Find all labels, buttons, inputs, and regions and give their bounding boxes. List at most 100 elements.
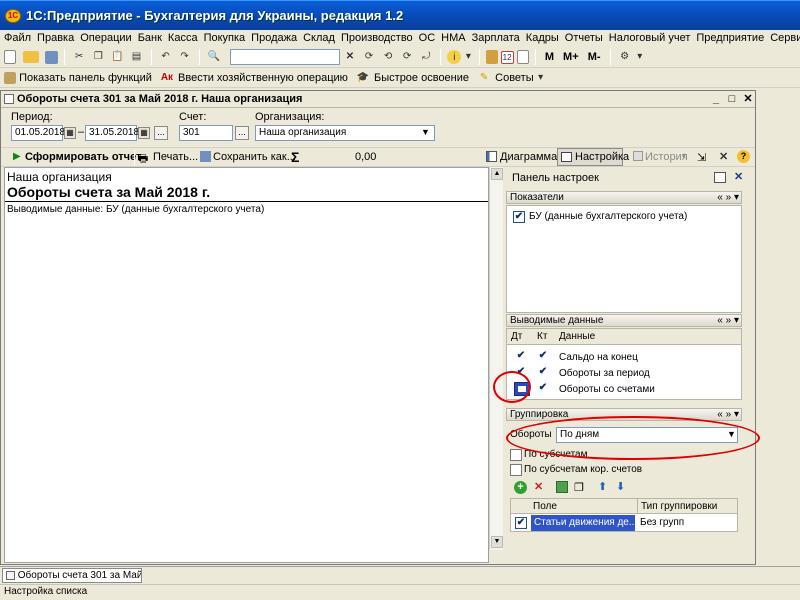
- report-spreadsheet[interactable]: Наша организация Обороты счета за Май 20…: [4, 167, 489, 563]
- memory-m-button[interactable]: M: [545, 51, 554, 63]
- account-field[interactable]: 301: [179, 125, 233, 141]
- undo-icon[interactable]: ↶: [158, 49, 174, 65]
- menu-item[interactable]: Кадры: [524, 30, 561, 46]
- memory-plus-button[interactable]: M+: [563, 51, 579, 63]
- delete-icon[interactable]: ▤: [128, 49, 144, 65]
- calendar-icon[interactable]: 12: [500, 50, 514, 64]
- menu-item[interactable]: Касса: [166, 30, 200, 46]
- print-button[interactable]: Печать...: [153, 151, 198, 163]
- window-tab-report[interactable]: Обороты счета 301 за Май ...: [2, 568, 142, 583]
- grouping-row-type[interactable]: Без групп: [640, 517, 684, 528]
- settings-button[interactable]: Настройка: [557, 148, 629, 166]
- grouping-row-field[interactable]: Статьи движения де...: [531, 515, 635, 531]
- tools-icon[interactable]: ⚙: [617, 49, 633, 65]
- report-scrollbar[interactable]: ▲ ▼: [489, 167, 503, 550]
- find-replace-icon[interactable]: ⤾: [418, 49, 434, 65]
- section-nav-icon[interactable]: « » ▾: [717, 315, 739, 326]
- account-select-button[interactable]: ...: [235, 126, 249, 140]
- settings-label: Настройка: [575, 151, 630, 163]
- memory-minus-button[interactable]: M-: [588, 51, 601, 63]
- panel-toggle-icon[interactable]: ⇲: [697, 151, 706, 164]
- search-icon[interactable]: 🔍: [206, 49, 222, 65]
- quick-learn-button[interactable]: Быстрое освоение: [374, 72, 469, 84]
- find-prev-icon[interactable]: ⟲: [380, 49, 396, 65]
- redo-icon[interactable]: ↷: [177, 49, 193, 65]
- info-icon[interactable]: i: [447, 50, 462, 64]
- date-to-field[interactable]: 31.05.2018: [85, 125, 139, 141]
- menu-item[interactable]: Склад: [301, 30, 337, 46]
- close-button[interactable]: ✕: [741, 93, 755, 105]
- dt-checkbox-balance[interactable]: ✔: [515, 351, 527, 363]
- menu-item[interactable]: Отчеты: [563, 30, 605, 46]
- by-corr-subaccounts-checkbox[interactable]: [510, 464, 522, 476]
- menu-item[interactable]: Продажа: [249, 30, 299, 46]
- enter-operation-button[interactable]: Ввести хозяйственную операцию: [178, 72, 348, 84]
- find-next-icon[interactable]: ⟳: [361, 49, 377, 65]
- panel-options-icon[interactable]: [714, 172, 726, 183]
- maximize-button[interactable]: □: [725, 93, 739, 105]
- indicators-header: Показатели « » ▾: [506, 191, 742, 204]
- help-icon[interactable]: ?: [737, 150, 750, 163]
- kt-checkbox-turnover[interactable]: ✔: [537, 367, 549, 379]
- menu-item[interactable]: ОС: [417, 30, 438, 46]
- menu-item[interactable]: Покупка: [202, 30, 248, 46]
- find-all-icon[interactable]: ⟳: [399, 49, 415, 65]
- save-icon[interactable]: [45, 50, 59, 64]
- diagram-button[interactable]: Диаграмма: [500, 151, 557, 163]
- command-bar: ▶ Сформировать отчет 🖶 Печать... Сохрани…: [1, 147, 755, 167]
- organization-dropdown-icon[interactable]: ▼: [421, 127, 430, 137]
- notepad-icon[interactable]: [516, 50, 529, 64]
- indicator-bu-checkbox[interactable]: ✔: [513, 211, 525, 223]
- panel-close-icon[interactable]: ✕: [734, 170, 743, 183]
- move-down-icon[interactable]: ⬇: [616, 480, 625, 493]
- sum-icon: Σ: [291, 149, 300, 165]
- save-as-button[interactable]: Сохранить как...: [213, 151, 296, 163]
- copy-row-icon[interactable]: ❐: [574, 481, 584, 494]
- paste-icon[interactable]: 📋: [109, 49, 125, 65]
- kt-checkbox-accounts[interactable]: ✔: [537, 383, 549, 395]
- search-input[interactable]: [230, 49, 340, 65]
- menu-item[interactable]: Зарплата: [470, 30, 522, 46]
- functions-toolbar: Показать панель функций Ак Ввести хозяйс…: [0, 68, 800, 88]
- menu-item[interactable]: НМА: [439, 30, 467, 46]
- show-function-panel-button[interactable]: Показать панель функций: [19, 72, 152, 84]
- add-icon[interactable]: +: [514, 481, 527, 494]
- menu-item[interactable]: Правка: [35, 30, 76, 46]
- menu-item[interactable]: Налоговый учет: [607, 30, 693, 46]
- section-nav-icon[interactable]: « » ▾: [717, 409, 739, 420]
- menu-item[interactable]: Сервис: [768, 30, 800, 46]
- section-nav-icon[interactable]: « » ▾: [717, 192, 739, 203]
- tips-button[interactable]: Советы: [495, 72, 533, 84]
- menu-item[interactable]: Файл: [2, 30, 33, 46]
- menu-item[interactable]: Банк: [136, 30, 164, 46]
- grouping-row-checkbox[interactable]: ✔: [515, 517, 527, 529]
- menu-item[interactable]: Операции: [78, 30, 133, 46]
- open-folder-icon[interactable]: [23, 51, 40, 63]
- move-up-icon[interactable]: ⬆: [598, 480, 607, 493]
- menu-item[interactable]: Производство: [339, 30, 415, 46]
- calendar-to-icon[interactable]: ▦: [138, 127, 150, 139]
- set-icon[interactable]: [556, 481, 568, 493]
- dropdown-arrow-icon[interactable]: ▾: [636, 49, 644, 65]
- organization-field[interactable]: Наша организация: [255, 125, 435, 141]
- dropdown-arrow-icon[interactable]: ▾: [537, 70, 545, 86]
- kt-checkbox-balance[interactable]: ✔: [537, 351, 549, 363]
- clear-search-icon[interactable]: ✕: [342, 49, 358, 65]
- new-document-icon[interactable]: [4, 50, 16, 64]
- copy-icon[interactable]: ❐: [90, 49, 106, 65]
- by-subaccounts-checkbox[interactable]: [510, 449, 522, 461]
- calculator-icon[interactable]: [485, 50, 498, 64]
- period-select-button[interactable]: ...: [154, 126, 168, 140]
- cut-icon[interactable]: ✂: [71, 49, 87, 65]
- delete-row-icon[interactable]: ✕: [534, 480, 543, 493]
- calendar-from-icon[interactable]: ▦: [64, 127, 76, 139]
- scroll-up-icon[interactable]: ▲: [491, 168, 503, 180]
- close-report-icon[interactable]: ✕: [719, 150, 728, 163]
- dropdown-arrow-icon[interactable]: ▾: [682, 151, 686, 160]
- minimize-button[interactable]: _: [709, 93, 723, 105]
- dropdown-arrow-icon[interactable]: ▾: [464, 49, 472, 65]
- generate-report-button[interactable]: Сформировать отчет: [25, 151, 141, 163]
- date-from-field[interactable]: 01.05.2018: [11, 125, 65, 141]
- scroll-down-icon[interactable]: ▼: [491, 536, 503, 548]
- menu-item[interactable]: Предприятие: [694, 30, 766, 46]
